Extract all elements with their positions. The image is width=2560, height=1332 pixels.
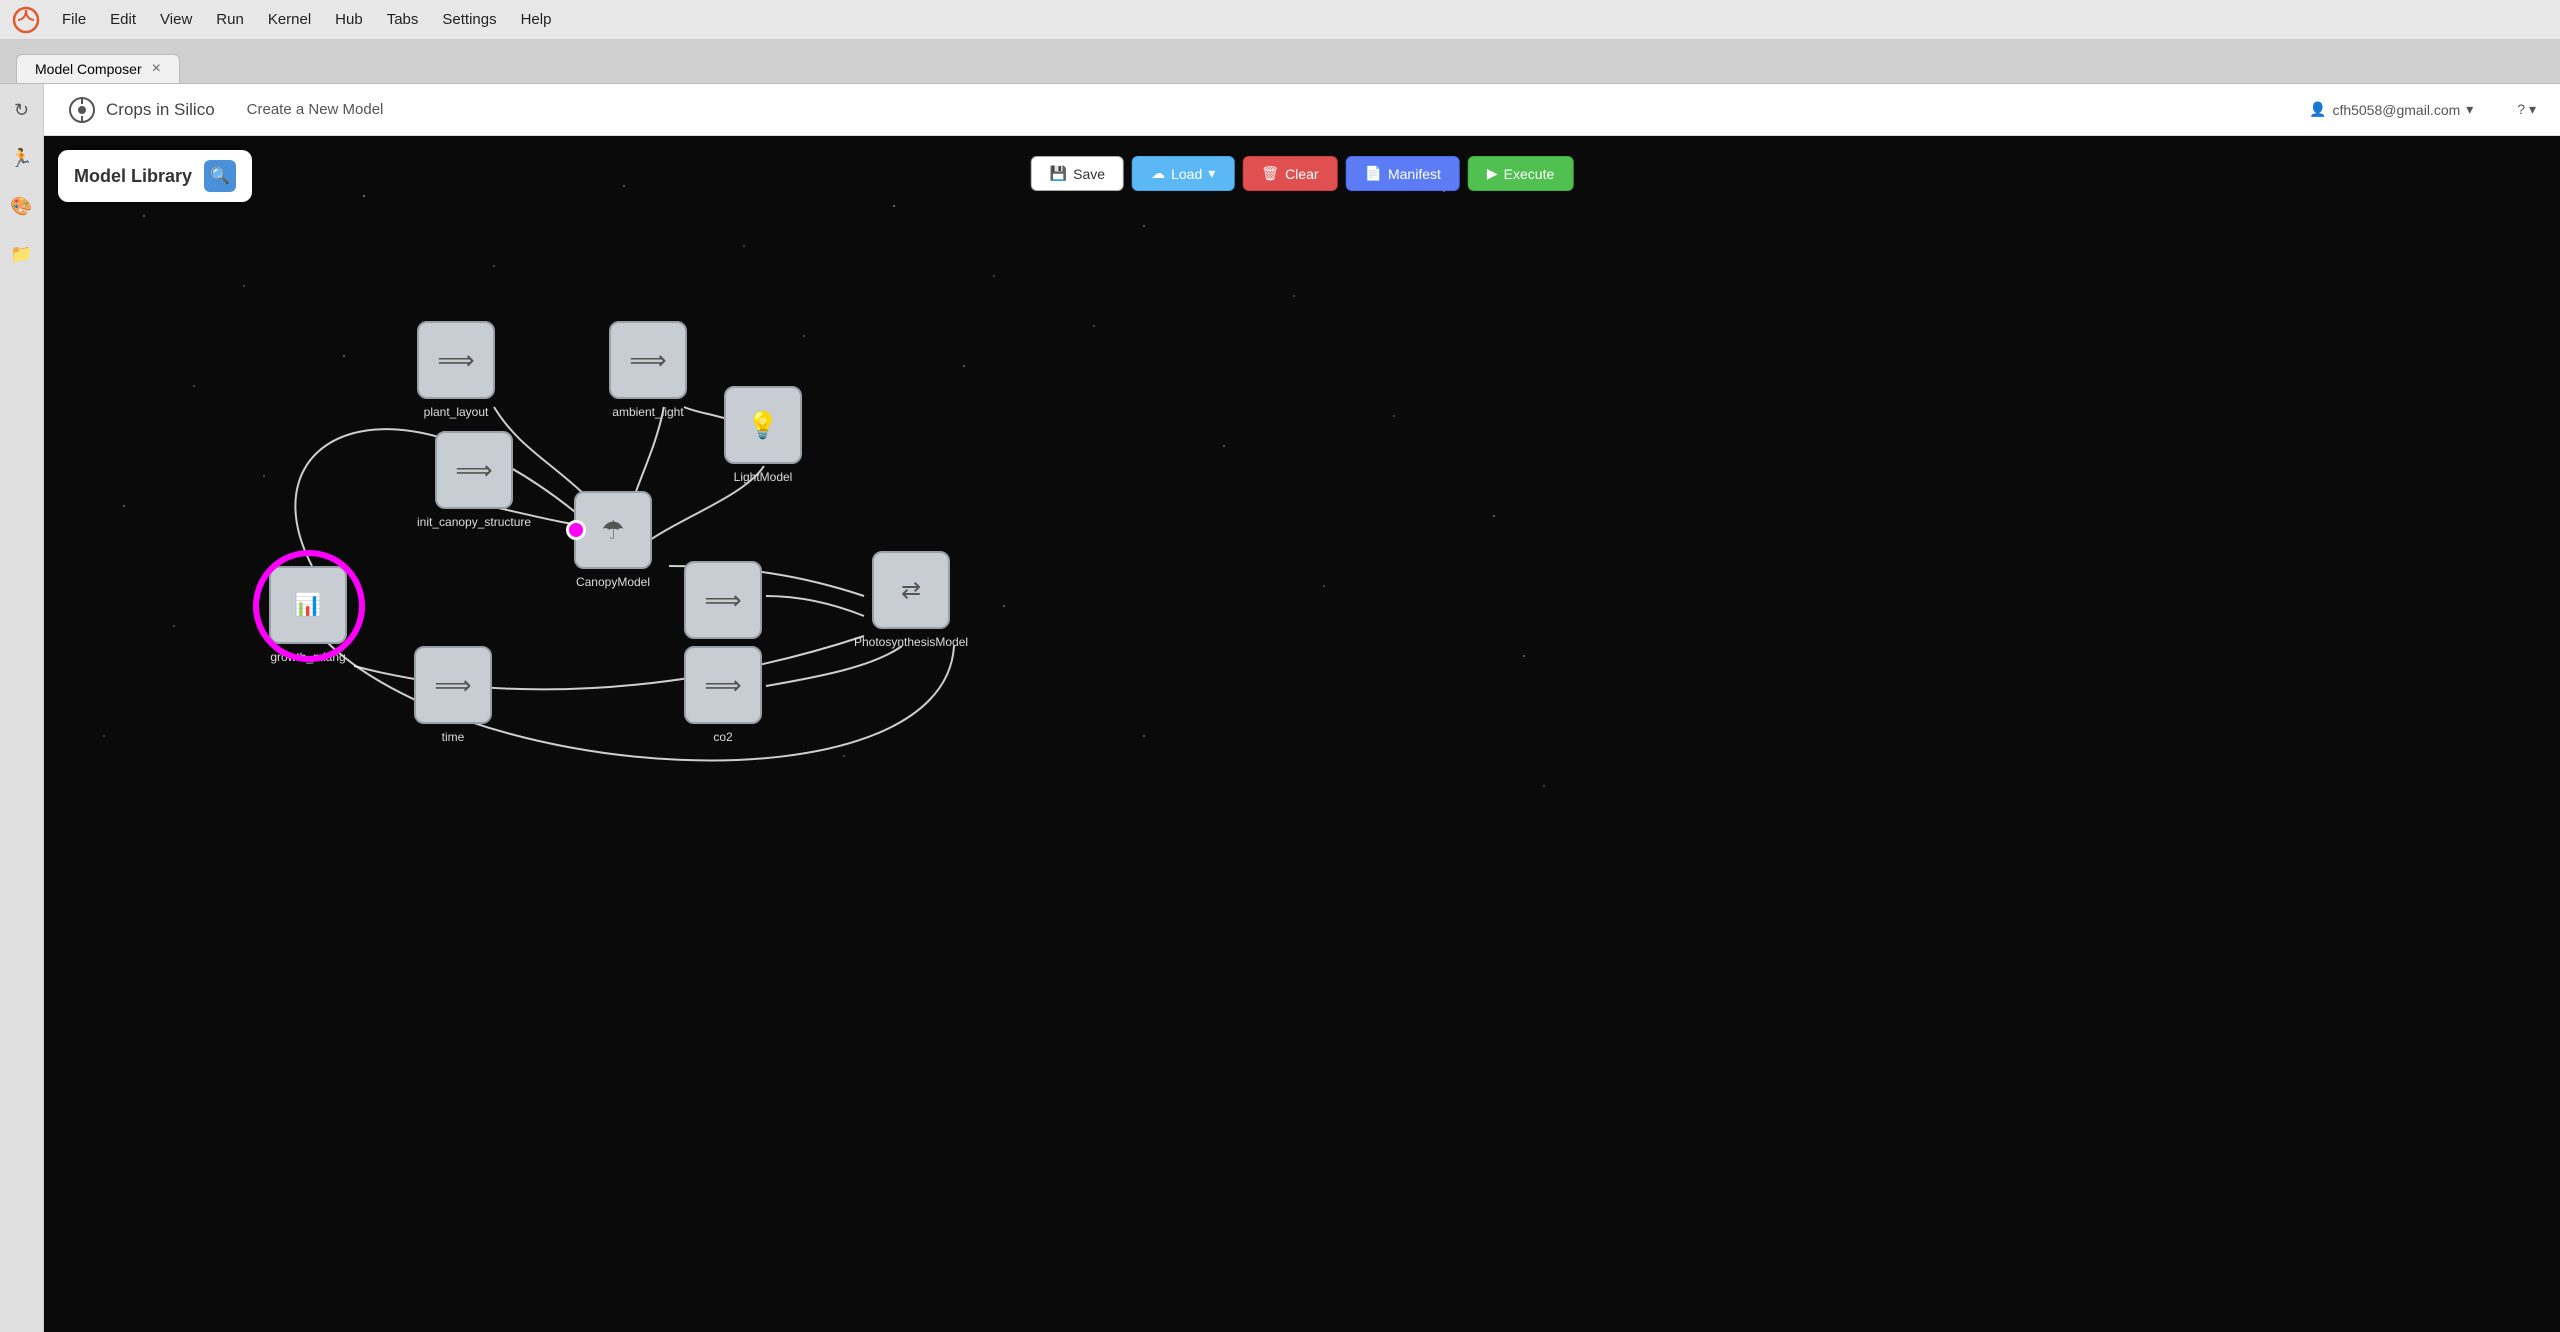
tab-close-button[interactable]: × — [152, 61, 161, 77]
menu-hub[interactable]: Hub — [325, 7, 373, 32]
tab-model-composer[interactable]: Model Composer × — [16, 54, 180, 83]
node-photosynthesis-box: ⇄ — [872, 551, 950, 629]
sidebar-icon-folder[interactable]: 📁 — [6, 238, 38, 270]
topnav: Crops in Silico Create a New Model 👤 cfh… — [44, 84, 2560, 136]
brand-icon — [68, 96, 96, 124]
canvas-background[interactable]: ⟹ plant_layout ⟹ ambient_light 💡 L — [44, 136, 2560, 1332]
app-logo — [12, 6, 40, 34]
execute-button[interactable]: ▶ Execute — [1468, 156, 1573, 191]
node-growth-mlang-label: growth_mlang — [270, 650, 345, 664]
menu-file[interactable]: File — [52, 7, 96, 32]
manifest-label: Manifest — [1388, 166, 1441, 182]
node-co2-box: ⟹ — [684, 646, 762, 724]
main-area: Crops in Silico Create a New Model 👤 cfh… — [44, 84, 2560, 1332]
save-label: Save — [1073, 166, 1105, 182]
node-co2-label: co2 — [713, 730, 732, 744]
menu-view[interactable]: View — [150, 7, 202, 32]
load-button[interactable]: ☁ Load ▾ — [1132, 156, 1234, 191]
node-time-box: ⟹ — [414, 646, 492, 724]
node-canopy-model[interactable]: ☂ CanopyModel — [574, 491, 652, 589]
canopy-port-left[interactable] — [566, 520, 586, 540]
node-photosynthesis[interactable]: ⇄ PhotosynthesisModel — [854, 551, 968, 649]
node-co2[interactable]: ⟹ co2 — [684, 646, 762, 744]
tab-title: Model Composer — [35, 61, 142, 77]
create-new-model-link[interactable]: Create a New Model — [247, 101, 384, 118]
node-plant-layout-label: plant_layout — [424, 405, 489, 419]
node-plant-layout[interactable]: ⟹ plant_layout — [417, 321, 495, 419]
node-temperature[interactable]: ⟹ temperature — [684, 561, 762, 659]
load-icon: ☁ — [1151, 165, 1165, 182]
manifest-button[interactable]: 📄 Manifest — [1346, 156, 1460, 191]
node-ambient-light[interactable]: ⟹ ambient_light — [609, 321, 687, 419]
brand: Crops in Silico — [68, 96, 215, 124]
model-library-search-button[interactable]: 🔍 — [204, 160, 236, 192]
menu-help[interactable]: Help — [511, 7, 562, 32]
node-ambient-light-box: ⟹ — [609, 321, 687, 399]
node-time[interactable]: ⟹ time — [414, 646, 492, 744]
menu-settings[interactable]: Settings — [432, 7, 506, 32]
node-plant-layout-box: ⟹ — [417, 321, 495, 399]
menu-tabs[interactable]: Tabs — [377, 7, 429, 32]
clear-label: Clear — [1285, 166, 1318, 182]
canvas-wrapper: Model Library 🔍 💾 Save ☁ Load ▾ 🗑 — [44, 136, 2560, 1332]
node-light-model-box: 💡 — [724, 386, 802, 464]
sidebar: ↻ 🏃 🎨 📁 — [0, 84, 44, 1332]
save-button[interactable]: 💾 Save — [1031, 156, 1124, 191]
user-menu[interactable]: 👤 cfh5058@gmail.com ▾ — [2309, 101, 2473, 118]
clear-icon: 🗑 — [1261, 165, 1279, 182]
node-canopy-model-box: ☂ — [574, 491, 652, 569]
node-canopy-model-label: CanopyModel — [576, 575, 650, 589]
node-growth-mlang-box: 📊 — [269, 566, 347, 644]
user-dropdown-icon: ▾ — [2466, 101, 2473, 118]
node-growth-mlang[interactable]: 📊 growth_mlang — [269, 566, 347, 664]
app-body: ↻ 🏃 🎨 📁 Crops in Silico Create a New Mod… — [0, 84, 2560, 1332]
sidebar-icon-run[interactable]: 🏃 — [6, 142, 38, 174]
load-dropdown-icon: ▾ — [1208, 165, 1215, 182]
save-icon: 💾 — [1050, 165, 1067, 182]
node-time-label: time — [442, 730, 465, 744]
menubar: File Edit View Run Kernel Hub Tabs Setti… — [0, 0, 2560, 40]
node-init-canopy-label: init_canopy_structure — [417, 515, 531, 529]
help-icon: ? ▾ — [2517, 101, 2536, 117]
execute-label: Execute — [1504, 166, 1555, 182]
brand-title: Crops in Silico — [106, 100, 215, 120]
menu-run[interactable]: Run — [206, 7, 254, 32]
tabbar: Model Composer × — [0, 40, 2560, 84]
node-photosynthesis-label: PhotosynthesisModel — [854, 635, 968, 649]
clear-button[interactable]: 🗑 Clear — [1242, 156, 1337, 191]
user-email: cfh5058@gmail.com — [2332, 102, 2460, 118]
menu-kernel[interactable]: Kernel — [258, 7, 321, 32]
search-icon: 🔍 — [210, 166, 230, 186]
canvas-toolbar: 💾 Save ☁ Load ▾ 🗑 Clear 📄 Manifest — [1031, 156, 1574, 191]
model-library-title: Model Library — [74, 166, 192, 187]
node-temperature-box: ⟹ — [684, 561, 762, 639]
sidebar-icon-palette[interactable]: 🎨 — [6, 190, 38, 222]
execute-icon: ▶ — [1487, 165, 1498, 182]
user-icon: 👤 — [2309, 101, 2326, 118]
model-library-panel: Model Library 🔍 — [58, 150, 252, 202]
node-init-canopy[interactable]: ⟹ init_canopy_structure — [417, 431, 531, 529]
manifest-icon: 📄 — [1365, 165, 1382, 182]
load-label: Load — [1171, 166, 1202, 182]
node-light-model-label: LightModel — [734, 470, 793, 484]
sidebar-icon-refresh[interactable]: ↻ — [6, 94, 38, 126]
help-button[interactable]: ? ▾ — [2517, 101, 2536, 118]
menu-edit[interactable]: Edit — [100, 7, 146, 32]
node-init-canopy-box: ⟹ — [435, 431, 513, 509]
node-light-model[interactable]: 💡 LightModel — [724, 386, 802, 484]
node-ambient-light-label: ambient_light — [612, 405, 683, 419]
